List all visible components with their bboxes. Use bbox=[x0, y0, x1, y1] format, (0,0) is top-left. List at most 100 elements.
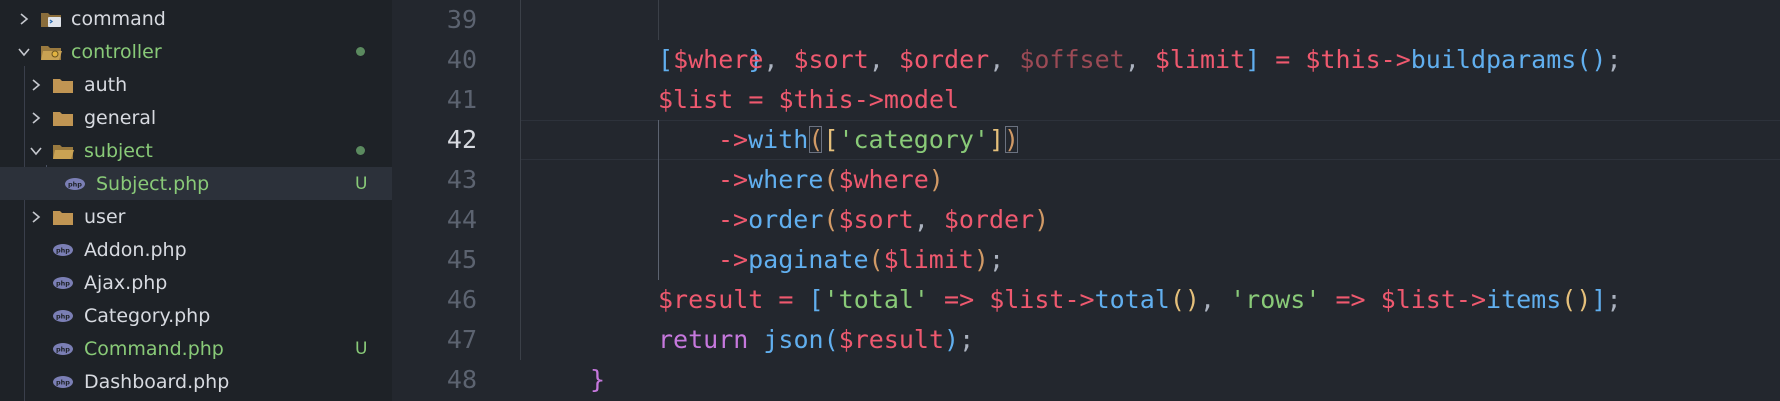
tree-file-category-php[interactable]: php Category.php bbox=[0, 299, 392, 332]
code-token: } bbox=[590, 365, 606, 394]
tree-item-label: auth bbox=[84, 73, 128, 96]
tree-item-label: Dashboard.php bbox=[84, 370, 230, 393]
code-token: ) bbox=[928, 165, 944, 194]
code-token: items bbox=[1486, 285, 1562, 314]
php-file-icon: php bbox=[53, 375, 73, 388]
modified-dot bbox=[356, 146, 365, 155]
code-line-current: ->with(['category']) bbox=[718, 120, 1019, 160]
code-token: $list bbox=[1380, 285, 1456, 314]
code-token: ) bbox=[1576, 285, 1592, 314]
code-token: total bbox=[1094, 285, 1170, 314]
code-line: ->paginate($limit); bbox=[718, 240, 1004, 280]
code-token: -> bbox=[1064, 285, 1095, 314]
tree-file-addon-php[interactable]: php Addon.php bbox=[0, 233, 392, 266]
code-token: , bbox=[913, 205, 929, 234]
tree-file-command-php[interactable]: php Command.php U bbox=[0, 332, 392, 365]
code-token: -> bbox=[1380, 45, 1411, 74]
code-token: where bbox=[748, 165, 824, 194]
code-line: } bbox=[590, 360, 605, 400]
code-token: $result bbox=[838, 325, 945, 354]
line-number: 45 bbox=[446, 245, 477, 274]
tree-folder-general[interactable]: general bbox=[0, 101, 392, 134]
code-token: $list bbox=[989, 285, 1065, 314]
code-token: ( bbox=[823, 165, 839, 194]
php-file-icon: php bbox=[65, 177, 85, 190]
code-token: ] bbox=[988, 125, 1005, 154]
code-token: = bbox=[1275, 45, 1291, 74]
php-file-icon: php bbox=[53, 342, 73, 355]
code-token: ( bbox=[868, 245, 884, 274]
code-line: ->where($where) bbox=[718, 160, 944, 200]
code-token: $order bbox=[898, 45, 990, 74]
tree-folder-controller[interactable]: controller bbox=[0, 35, 392, 68]
code-token: ( bbox=[1169, 285, 1185, 314]
code-token: ) bbox=[1034, 205, 1050, 234]
tree-file-dashboard-php[interactable]: php Dashboard.php bbox=[0, 365, 392, 398]
code-token: -> bbox=[853, 85, 884, 114]
tree-item-label: subject bbox=[84, 139, 153, 162]
folder-command-icon bbox=[41, 12, 61, 27]
code-token: $sort bbox=[793, 45, 869, 74]
code-editor[interactable]: 39 40 41 42 43 44 45 46 47 48 } [$where,… bbox=[392, 0, 1780, 401]
code-token: $this bbox=[1305, 45, 1381, 74]
code-token: -> bbox=[1455, 285, 1487, 314]
tree-item-label: controller bbox=[71, 40, 162, 63]
code-token: ; bbox=[988, 245, 1005, 274]
code-token: ; bbox=[1606, 285, 1622, 314]
tree-item-label: Command.php bbox=[84, 337, 224, 360]
tree-item-label: Ajax.php bbox=[84, 271, 168, 294]
code-token: return bbox=[658, 325, 749, 354]
tree-folder-auth[interactable]: auth bbox=[0, 68, 392, 101]
line-number-current: 42 bbox=[446, 125, 477, 154]
chevron-right-icon[interactable] bbox=[25, 206, 47, 228]
chevron-down-icon[interactable] bbox=[13, 41, 35, 63]
code-token: [ bbox=[808, 285, 824, 314]
code-line: } bbox=[658, 0, 763, 74]
line-number: 40 bbox=[446, 45, 477, 74]
svg-text:php: php bbox=[56, 345, 70, 353]
code-token: , bbox=[1199, 285, 1216, 314]
explorer-sidebar: command controller auth general subject … bbox=[0, 0, 392, 401]
code-token: -> bbox=[718, 205, 749, 234]
indent-guide bbox=[658, 120, 659, 280]
tree-file-ajax-php[interactable]: php Ajax.php bbox=[0, 266, 392, 299]
code-token: , bbox=[1124, 45, 1140, 74]
line-number: 43 bbox=[446, 165, 477, 194]
chevron-right-icon[interactable] bbox=[25, 74, 47, 96]
folder-icon bbox=[53, 210, 73, 225]
code-token: ] bbox=[1591, 285, 1607, 314]
tree-item-label: user bbox=[84, 205, 126, 228]
code-token: $limit bbox=[883, 245, 974, 274]
code-token: with bbox=[748, 125, 809, 154]
folder-open-icon bbox=[53, 144, 74, 159]
code-token: 'category' bbox=[838, 125, 989, 154]
code-token: ) bbox=[1184, 285, 1200, 314]
tree-folder-subject[interactable]: subject bbox=[0, 134, 392, 167]
tree-folder-command[interactable]: command bbox=[0, 2, 392, 35]
code-token: $where bbox=[838, 165, 929, 194]
code-line: $result = ['total' => $list->total(), 'r… bbox=[658, 280, 1622, 320]
chevron-right-icon[interactable] bbox=[25, 107, 47, 129]
code-token: $where bbox=[673, 45, 764, 74]
svg-text:php: php bbox=[56, 378, 70, 386]
chevron-down-icon[interactable] bbox=[25, 140, 47, 162]
line-number: 46 bbox=[446, 285, 477, 314]
code-token: , bbox=[989, 45, 1005, 74]
chevron-right-icon[interactable] bbox=[13, 8, 35, 30]
code-token: ( bbox=[1561, 285, 1577, 314]
line-number: 47 bbox=[446, 325, 477, 354]
code-line: return json($result); bbox=[658, 320, 974, 360]
tree-item-label: general bbox=[84, 106, 157, 129]
code-token: buildparams bbox=[1410, 45, 1577, 74]
untracked-badge: U bbox=[355, 338, 368, 359]
code-token: $result bbox=[658, 285, 764, 314]
code-token: ] bbox=[1245, 45, 1261, 74]
code-token: $list bbox=[658, 85, 734, 114]
line-number: 41 bbox=[446, 85, 477, 114]
code-line: ->order($sort, $order) bbox=[718, 200, 1049, 240]
code-token: -> bbox=[718, 125, 749, 154]
code-token: model bbox=[883, 85, 960, 114]
code-token: => bbox=[944, 285, 975, 314]
tree-folder-user[interactable]: user bbox=[0, 200, 392, 233]
tree-file-subject-php[interactable]: php Subject.php U bbox=[0, 167, 392, 200]
